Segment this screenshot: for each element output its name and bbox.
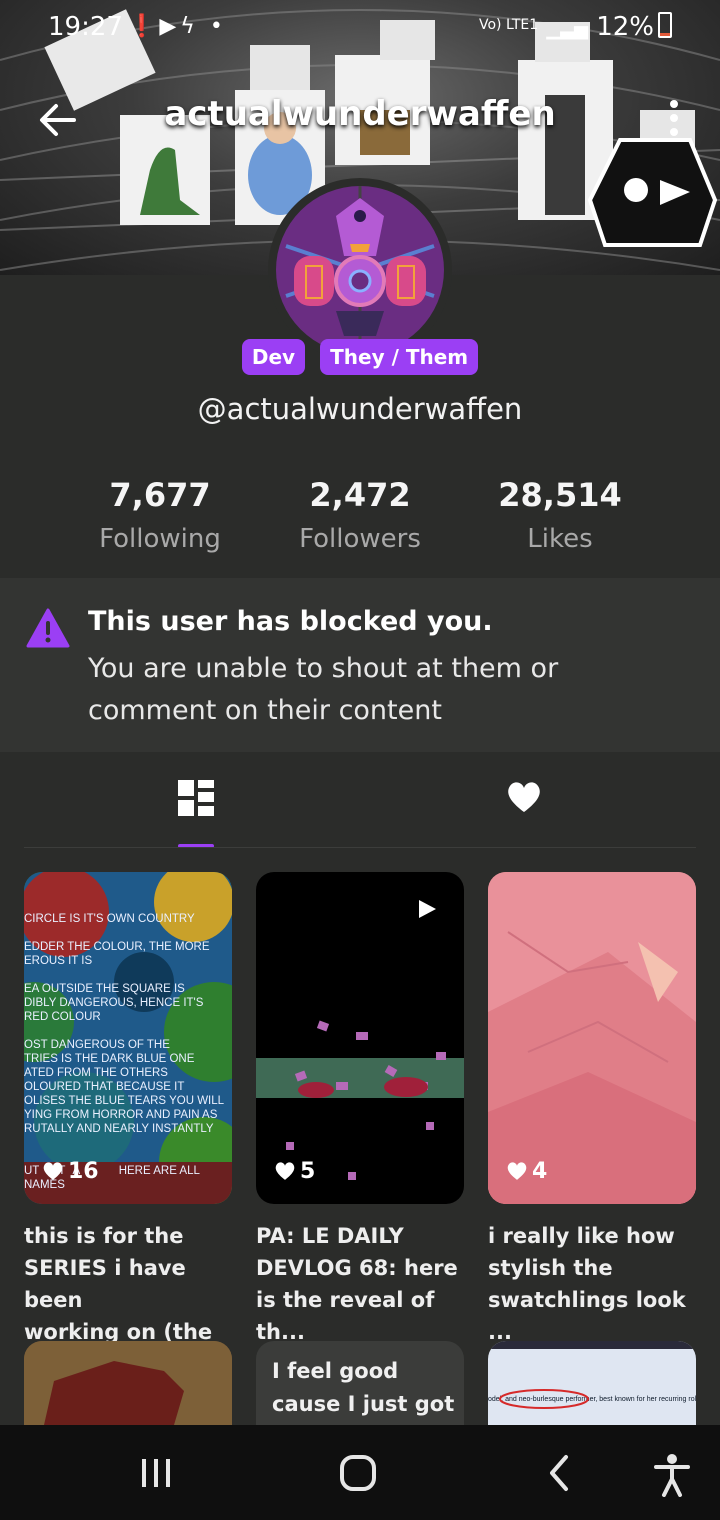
status-time: 19:27 xyxy=(48,12,123,42)
battery-text: 12% xyxy=(596,12,654,42)
heart-icon xyxy=(43,1162,63,1180)
post-6-annotation xyxy=(499,1389,589,1409)
post-5-text: I feel good cause I just got xyxy=(272,1359,455,1416)
post-2-like-count: 5 xyxy=(300,1159,316,1184)
post-3-likes: 4 xyxy=(506,1159,547,1184)
status-right: Vo) LTE1 ▁▃▅ 12% xyxy=(479,12,672,42)
status-bar: 19:27 ❗▶ϟ • Vo) LTE1 ▁▃▅ 12% xyxy=(0,0,720,60)
blocked-title: This user has blocked you. xyxy=(88,606,493,637)
stat-likes-label: Likes xyxy=(527,524,593,554)
heart-icon xyxy=(507,1162,527,1180)
post-4-image xyxy=(24,1341,232,1425)
notification-icons: ❗▶ϟ • xyxy=(128,14,227,39)
back-nav-icon[interactable] xyxy=(544,1453,574,1493)
recents-icon[interactable] xyxy=(138,1453,174,1493)
avatar[interactable] xyxy=(268,178,452,362)
heart-icon xyxy=(508,782,540,812)
post-tile-2[interactable]: 5 xyxy=(256,872,464,1204)
post-tile-6[interactable]: odel, and neo-burlesque performer, best … xyxy=(488,1341,696,1425)
post-3-caption[interactable]: i really like how stylish the swatchling… xyxy=(488,1220,708,1348)
stat-likes[interactable]: 28,514 Likes xyxy=(460,476,660,554)
post-3-like-count: 4 xyxy=(532,1159,548,1184)
system-nav-bar xyxy=(0,1425,720,1520)
tab-posts[interactable] xyxy=(176,778,216,818)
tab-liked[interactable] xyxy=(506,780,542,814)
tabs-divider xyxy=(24,847,696,848)
stat-following-value: 7,677 xyxy=(109,476,211,514)
post-tile-1[interactable]: CIRCLE IS IT'S OWN COUNTRY EDDER THE COL… xyxy=(24,872,232,1204)
stat-following-label: Following xyxy=(99,524,221,554)
stat-followers[interactable]: 2,472 Followers xyxy=(260,476,460,554)
profile-title: actualwunderwaffen xyxy=(164,94,556,134)
home-icon[interactable] xyxy=(338,1453,378,1493)
play-icon xyxy=(419,900,436,918)
post-3-image xyxy=(488,872,696,1204)
stat-followers-value: 2,472 xyxy=(309,476,411,514)
badge-pronouns: They / Them xyxy=(320,339,479,375)
post-1-image-text: CIRCLE IS IT'S OWN COUNTRY EDDER THE COL… xyxy=(24,913,225,1191)
grid-icon xyxy=(178,780,214,816)
battery-icon xyxy=(658,12,672,38)
profile-badges: Dev They / Them xyxy=(0,339,720,375)
blocked-message: You are unable to shout at them or comme… xyxy=(88,653,559,726)
heart-icon xyxy=(275,1162,295,1180)
stat-followers-label: Followers xyxy=(299,524,421,554)
post-1-likes: 16 xyxy=(42,1159,99,1184)
more-options-button[interactable] xyxy=(662,96,686,140)
avatar-image xyxy=(276,186,444,354)
badge-dev: Dev xyxy=(241,339,306,375)
stat-following[interactable]: 7,677 Following xyxy=(60,476,260,554)
post-2-image xyxy=(256,1020,464,1180)
blocked-notice: This user has blocked you. You are unabl… xyxy=(0,578,720,752)
post-2-caption[interactable]: PA: LE DAILY DEVLOG 68: here is the reve… xyxy=(256,1220,476,1348)
stat-likes-value: 28,514 xyxy=(498,476,622,514)
post-tile-3[interactable]: 4 xyxy=(488,872,696,1204)
network-indicator: Vo) LTE1 xyxy=(478,17,539,33)
post-1-like-count: 16 xyxy=(68,1159,99,1184)
signal-icon: ▁▃▅ xyxy=(546,19,588,40)
profile-handle: @actualwunderwaffen xyxy=(197,392,523,426)
post-tile-4[interactable] xyxy=(24,1341,232,1425)
profile-tabs xyxy=(0,752,720,848)
post-2-likes: 5 xyxy=(274,1159,315,1184)
accessibility-icon[interactable] xyxy=(652,1453,692,1497)
more-vertical-icon xyxy=(670,100,678,136)
warning-icon xyxy=(26,608,70,648)
post-tile-5[interactable]: I feel good cause I just got xyxy=(256,1341,464,1425)
